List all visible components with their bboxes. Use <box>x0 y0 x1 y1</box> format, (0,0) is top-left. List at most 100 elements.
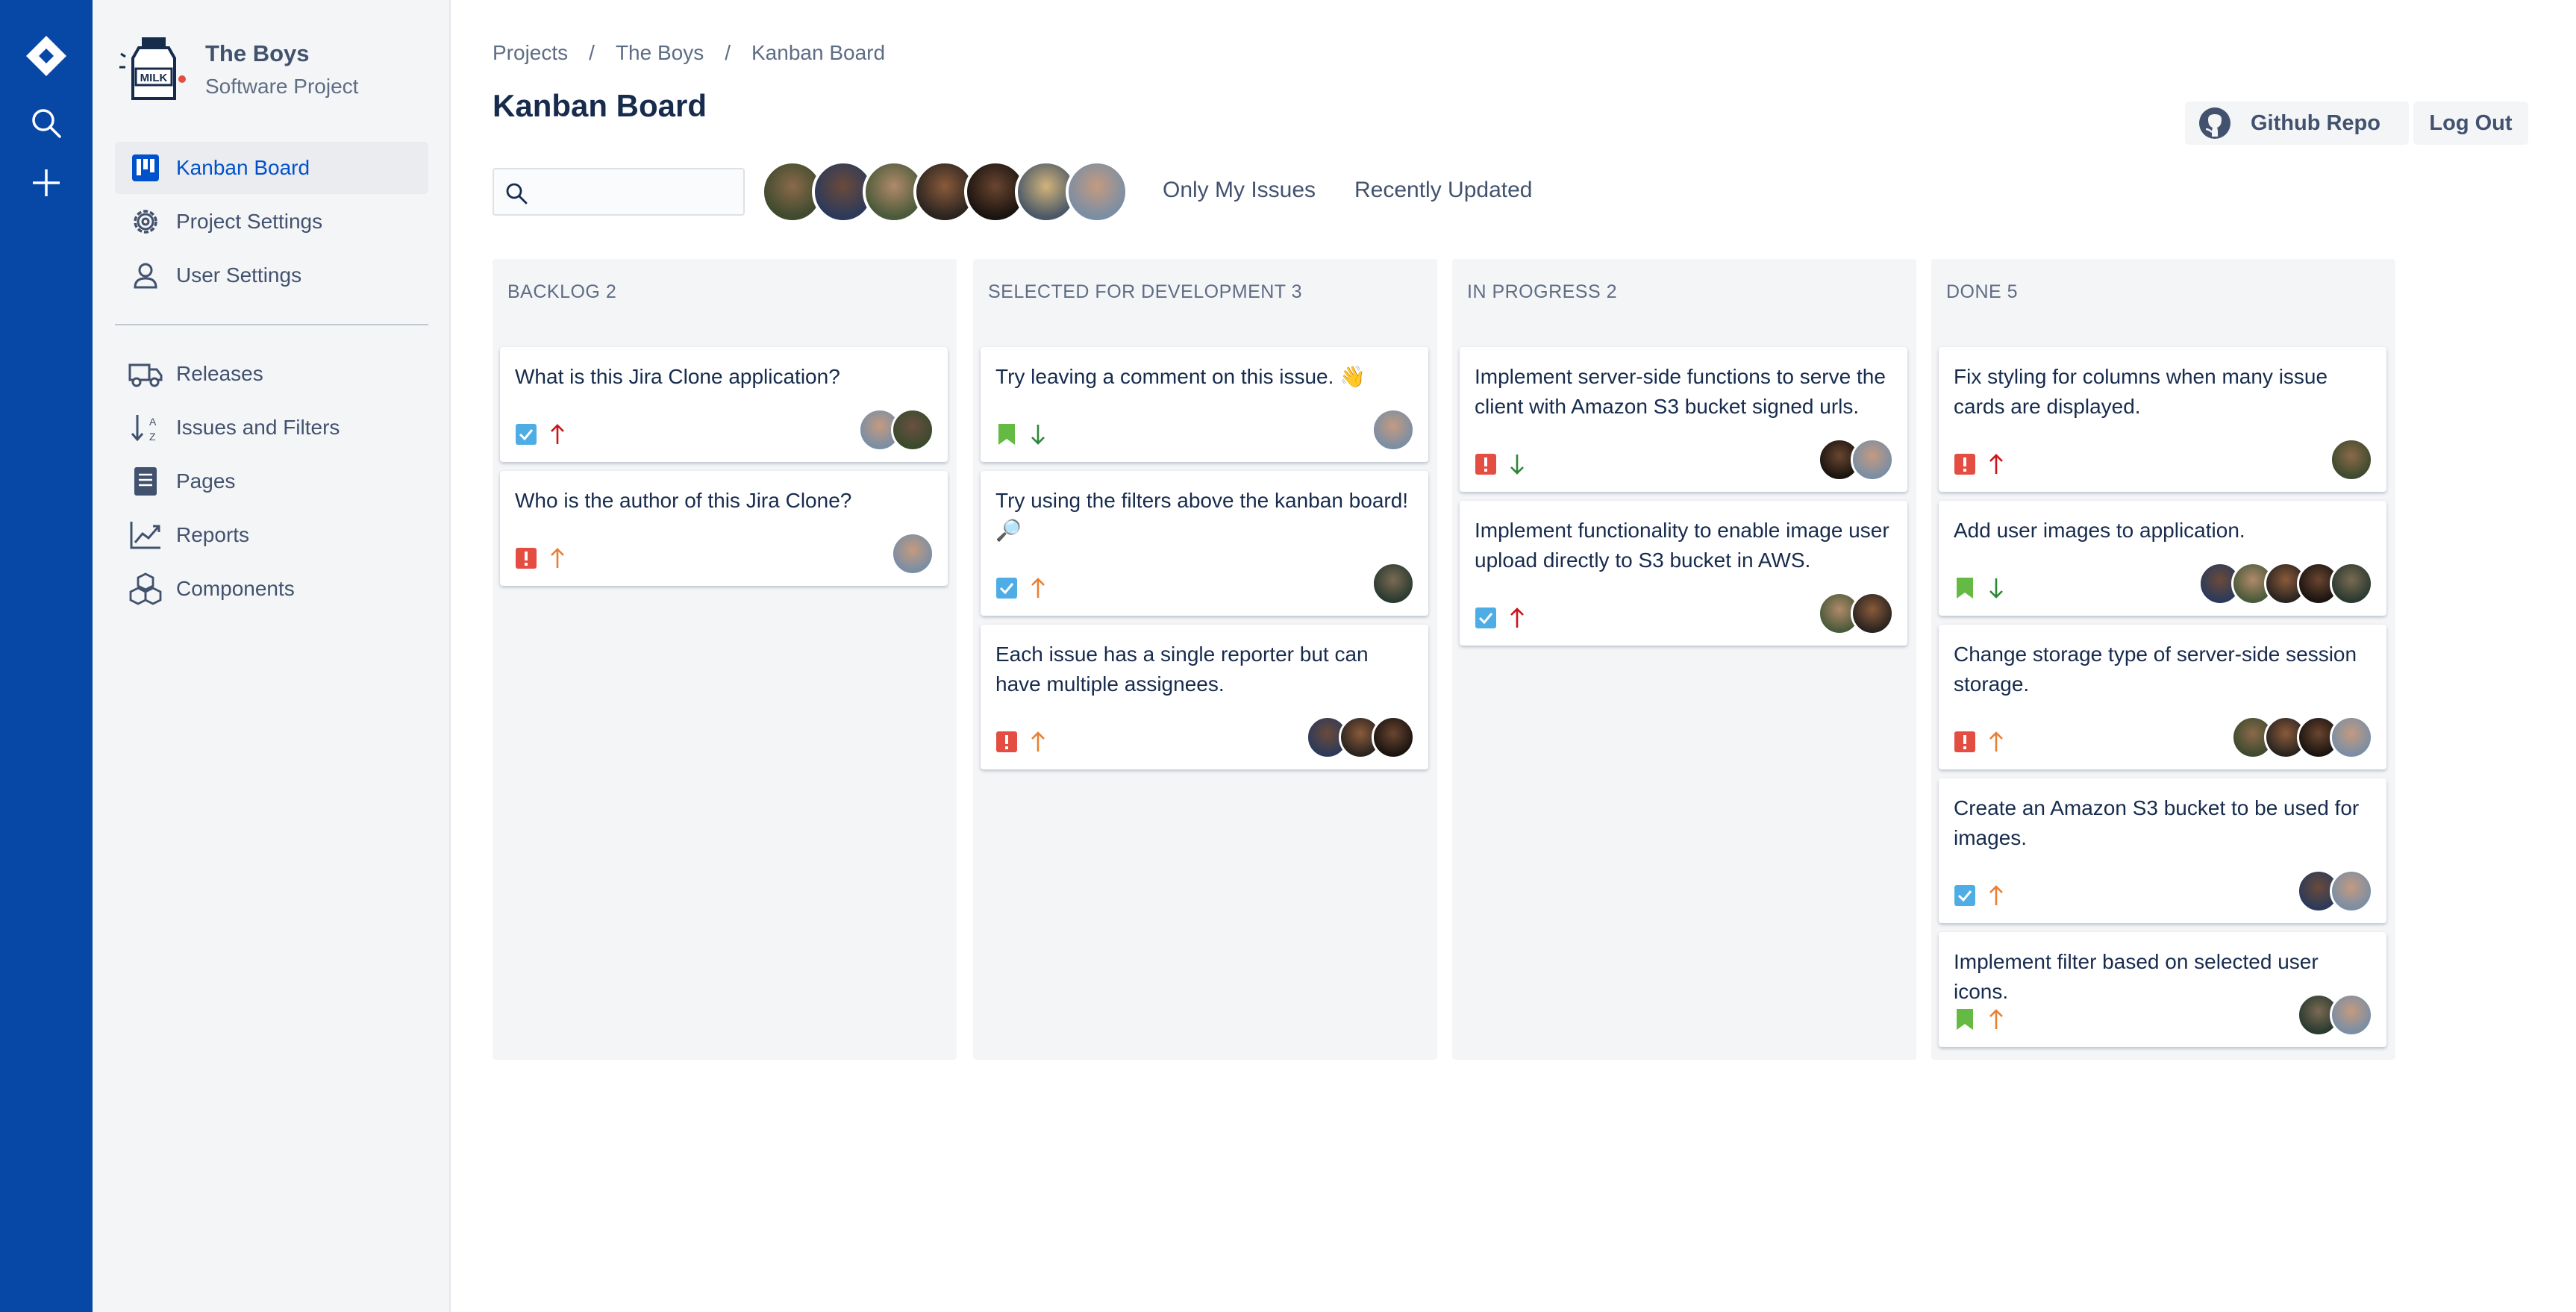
sidebar-item-label: Components <box>176 577 295 600</box>
recently-updated-button[interactable]: Recently Updated <box>1354 178 1532 203</box>
page-icon <box>115 466 176 497</box>
sidebar-item-kanban-board[interactable]: Kanban Board <box>115 142 428 194</box>
bug-type-icon <box>515 547 537 569</box>
sidebar-item-releases[interactable]: Releases <box>115 348 428 400</box>
task-type-icon <box>995 577 1018 599</box>
assignee-avatars <box>2297 869 2373 913</box>
avatar <box>1372 408 1415 452</box>
board-column-selected-for-development: Selected for Development 3 Try leaving a… <box>973 259 1437 1060</box>
logout-button[interactable]: Log Out <box>2413 101 2528 145</box>
breadcrumb: Projects / The Boys / Kanban Board <box>493 41 885 65</box>
issue-card[interactable]: Add user images to application. <box>1939 501 2386 616</box>
issue-card[interactable]: Try using the filters above the kanban b… <box>981 471 1428 616</box>
avatar <box>891 408 934 452</box>
create-plus-icon[interactable] <box>0 157 93 209</box>
svg-text:Z: Z <box>149 431 156 443</box>
priority-high-icon <box>1027 731 1049 753</box>
only-my-issues-button[interactable]: Only My Issues <box>1163 178 1316 203</box>
avatar <box>2330 716 2373 759</box>
priority-highest-icon <box>1985 453 2007 475</box>
issue-card[interactable]: Try leaving a comment on this issue. 👋 <box>981 347 1428 462</box>
sort-icon: AZ <box>115 412 176 443</box>
issue-title: Implement server-side functions to serve… <box>1475 365 1886 418</box>
priority-high-icon <box>1985 884 2007 907</box>
github-repo-button[interactable]: Github Repo <box>2185 101 2409 145</box>
sidebar-item-label: Issues and Filters <box>176 416 340 439</box>
breadcrumb-project[interactable]: The Boys <box>616 41 704 65</box>
cubes-icon <box>115 572 176 605</box>
priority-highest-icon <box>1506 607 1528 629</box>
issue-card[interactable]: Implement server-side functions to serve… <box>1460 347 1907 492</box>
issue-title: Try leaving a comment on this issue. 👋 <box>995 365 1366 388</box>
svg-text:MILK: MILK <box>140 72 168 84</box>
issue-title: Implement functionality to enable image … <box>1475 519 1889 572</box>
github-repo-label: Github Repo <box>2251 110 2380 135</box>
issue-card[interactable]: Who is the author of this Jira Clone? <box>500 471 948 586</box>
sidebar-divider <box>115 324 428 325</box>
issue-title: What is this Jira Clone application? <box>515 365 840 388</box>
assignee-avatars <box>858 408 934 452</box>
avatar <box>1372 716 1415 759</box>
sidebar-item-label: Pages <box>176 469 236 493</box>
issue-card[interactable]: Implement filter based on selected user … <box>1939 932 2386 1047</box>
issue-search-box[interactable] <box>493 168 745 216</box>
bug-type-icon <box>1954 731 1976 753</box>
chart-icon <box>115 520 176 550</box>
issue-card[interactable]: Change storage type of server-side sessi… <box>1939 625 2386 769</box>
issue-card[interactable]: What is this Jira Clone application? <box>500 347 948 462</box>
issue-card[interactable]: Each issue has a single reporter but can… <box>981 625 1428 769</box>
priority-high-icon <box>1985 1008 2007 1031</box>
search-icon[interactable] <box>0 97 93 149</box>
sidebar-item-components[interactable]: Components <box>115 563 428 615</box>
sidebar-item-user-settings[interactable]: User Settings <box>115 249 428 302</box>
avatar <box>1851 438 1894 481</box>
gear-icon <box>115 206 176 237</box>
board-icon <box>115 153 176 183</box>
avatar <box>2330 562 2373 605</box>
assignee-avatars <box>1372 562 1415 605</box>
issue-title: Try using the filters above the kanban b… <box>995 489 1409 542</box>
issue-card[interactable]: Create an Amazon S3 bucket to be used fo… <box>1939 778 2386 923</box>
app-logo-icon[interactable] <box>0 30 93 82</box>
issue-title: Who is the author of this Jira Clone? <box>515 489 852 512</box>
avatar <box>891 532 934 575</box>
assignee-avatars <box>1818 438 1894 481</box>
priority-low-icon <box>1027 423 1049 446</box>
bug-type-icon <box>1954 453 1976 475</box>
breadcrumb-current: Kanban Board <box>751 41 886 64</box>
bug-type-icon <box>1475 453 1497 475</box>
issue-title: Change storage type of server-side sessi… <box>1954 643 2357 696</box>
sidebar-item-label: Kanban Board <box>176 156 310 179</box>
task-type-icon <box>1954 884 1976 907</box>
breadcrumb-projects[interactable]: Projects <box>493 41 568 65</box>
board-column-backlog: Backlog 2 What is this Jira Clone applic… <box>493 259 957 1060</box>
assignee-avatars <box>2330 438 2373 481</box>
project-name: The Boys <box>205 40 310 66</box>
issue-title: Fix styling for columns when many issue … <box>1954 365 2328 418</box>
search-input[interactable] <box>536 175 737 208</box>
svg-text:A: A <box>149 416 157 428</box>
assignee-avatars <box>1306 716 1415 759</box>
sidebar-item-label: Project Settings <box>176 210 323 233</box>
issue-card[interactable]: Implement functionality to enable image … <box>1460 501 1907 646</box>
column-title: Done 5 <box>1946 281 2019 302</box>
avatar <box>1851 592 1894 635</box>
sidebar-item-pages[interactable]: Pages <box>115 455 428 507</box>
column-title: Selected for Development 3 <box>988 281 1302 302</box>
column-title: In Progress 2 <box>1467 281 1617 302</box>
project-category: Software Project <box>205 75 359 98</box>
sidebar-item-label: User Settings <box>176 263 302 287</box>
assignee-avatars <box>891 532 934 575</box>
avatar[interactable] <box>1066 160 1128 223</box>
avatar <box>2330 993 2373 1037</box>
sidebar-item-issues-and-filters[interactable]: AZ Issues and Filters <box>115 402 428 454</box>
assignee-avatars <box>2231 716 2373 759</box>
priority-low-icon <box>1506 453 1528 475</box>
task-type-icon <box>1475 607 1497 629</box>
board-column-in-progress: In Progress 2 Implement server-side func… <box>1452 259 1916 1060</box>
story-type-icon <box>1954 1008 1976 1031</box>
sidebar-item-project-settings[interactable]: Project Settings <box>115 196 428 248</box>
assignee-avatars <box>1818 592 1894 635</box>
sidebar-item-reports[interactable]: Reports <box>115 509 428 561</box>
issue-card[interactable]: Fix styling for columns when many issue … <box>1939 347 2386 492</box>
